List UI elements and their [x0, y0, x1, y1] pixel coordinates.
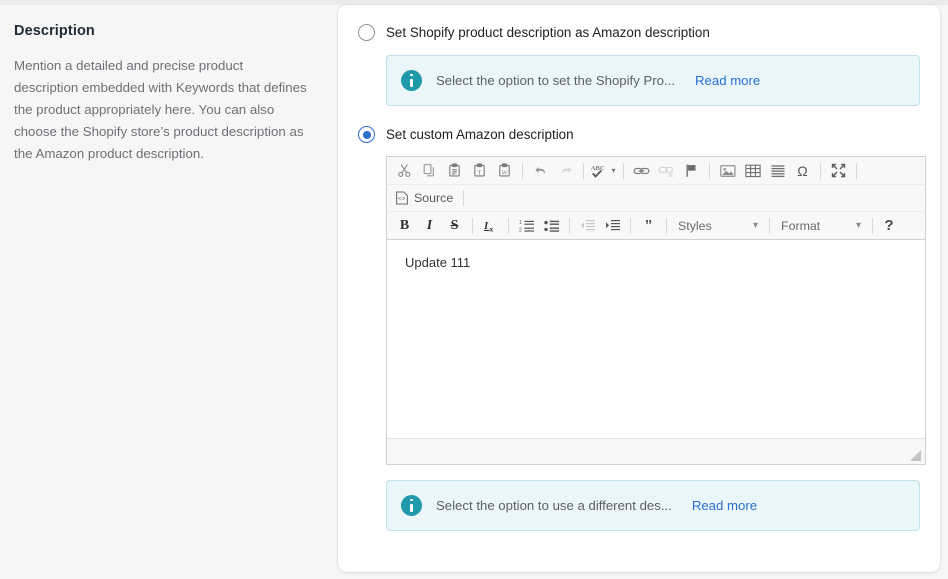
toolbar-separator: [630, 217, 631, 234]
info-banner-custom-description: Select the option to use a different des…: [386, 480, 920, 531]
styles-dropdown[interactable]: Styles ▾: [672, 217, 764, 235]
increase-indent-icon[interactable]: [600, 215, 625, 236]
spell-check-dropdown-caret-icon[interactable]: ▾: [609, 166, 618, 175]
chevron-down-icon: ▾: [752, 220, 758, 231]
cut-icon[interactable]: [392, 160, 417, 181]
description-helper-text: Mention a detailed and precise product d…: [14, 58, 307, 161]
editor-toolbar-row-2: <> Source: [387, 185, 925, 212]
editor-toolbar-row-1: T W ABC ▾ Ω: [387, 157, 925, 185]
info-banner-text-custom: Select the option to use a different des…: [436, 498, 672, 513]
redo-icon[interactable]: [553, 160, 578, 181]
numbered-list-icon[interactable]: 1 2: [514, 215, 539, 236]
editor-footer-bar: [387, 438, 925, 464]
description-info-column: Description Mention a detailed and preci…: [0, 5, 338, 579]
svg-text:x: x: [489, 224, 493, 233]
image-icon[interactable]: [715, 160, 740, 181]
about-editor-button[interactable]: ?: [878, 217, 900, 234]
option-row-custom-description[interactable]: Set custom Amazon description: [358, 125, 920, 144]
description-settings-card: Set Shopify product description as Amazo…: [338, 5, 940, 572]
radio-custom-description[interactable]: [358, 126, 375, 143]
bold-icon[interactable]: B: [392, 215, 417, 236]
toolbar-separator: [472, 217, 473, 234]
format-dropdown[interactable]: Format ▾: [775, 217, 867, 235]
editor-content-area[interactable]: Update 111: [387, 240, 925, 438]
radio-shopify-description[interactable]: [358, 24, 375, 41]
styles-dropdown-label: Styles: [678, 218, 712, 233]
option-row-shopify-description[interactable]: Set Shopify product description as Amazo…: [358, 23, 920, 42]
toolbar-separator: [508, 217, 509, 234]
blockquote-icon[interactable]: ”: [636, 215, 661, 236]
read-more-link-custom[interactable]: Read more: [692, 498, 757, 513]
toolbar-separator: [583, 162, 584, 179]
link-icon[interactable]: [629, 160, 654, 181]
option-label-shopify-description: Set Shopify product description as Amazo…: [386, 25, 710, 40]
strikethrough-icon[interactable]: S: [442, 215, 467, 236]
info-banner-shopify-description: Select the option to set the Shopify Pro…: [386, 55, 920, 106]
svg-text:W: W: [502, 170, 508, 176]
paste-icon[interactable]: [442, 160, 467, 181]
special-character-icon[interactable]: Ω: [790, 160, 815, 181]
chevron-down-icon: ▾: [855, 220, 861, 231]
toolbar-separator: [872, 217, 873, 234]
toolbar-separator: [820, 162, 821, 179]
screen-root: Description Mention a detailed and preci…: [0, 0, 948, 579]
rich-text-editor: T W ABC ▾ Ω <> Source B I S I x 1 2 ” St…: [386, 156, 926, 465]
info-icon: [401, 495, 422, 516]
toolbar-separator: [709, 162, 710, 179]
toolbar-separator: [463, 190, 465, 206]
anchor-flag-icon[interactable]: [679, 160, 704, 181]
unlink-icon[interactable]: [654, 160, 679, 181]
undo-icon[interactable]: [528, 160, 553, 181]
info-icon: [401, 70, 422, 91]
maximize-icon[interactable]: [826, 160, 851, 181]
italic-icon[interactable]: I: [417, 215, 442, 236]
svg-text:T: T: [478, 169, 482, 176]
svg-text:<>: <>: [398, 196, 406, 203]
decrease-indent-icon[interactable]: [575, 215, 600, 236]
editor-resize-handle[interactable]: [910, 450, 921, 461]
paste-from-word-icon[interactable]: W: [492, 160, 517, 181]
svg-text:ABC: ABC: [591, 165, 605, 172]
option-label-custom-description: Set custom Amazon description: [386, 127, 574, 142]
toolbar-separator: [623, 162, 624, 179]
read-more-link-shopify[interactable]: Read more: [695, 73, 760, 88]
table-icon[interactable]: [740, 160, 765, 181]
toolbar-separator: [569, 217, 570, 234]
editor-toolbar-row-3: B I S I x 1 2 ” Styles ▾ Format ▾ ?: [387, 212, 925, 240]
source-button-label: Source: [414, 191, 454, 205]
toolbar-separator: [769, 217, 770, 234]
copy-icon[interactable]: [417, 160, 442, 181]
horizontal-rule-icon[interactable]: [765, 160, 790, 181]
toolbar-separator: [856, 162, 857, 179]
editor-paragraph: Update 111: [405, 255, 471, 270]
toolbar-separator: [666, 217, 667, 234]
spell-check-icon[interactable]: ABC: [589, 160, 609, 181]
remove-format-icon[interactable]: I x: [478, 215, 503, 236]
format-dropdown-label: Format: [781, 218, 821, 233]
bulleted-list-icon[interactable]: [539, 215, 564, 236]
toolbar-separator: [522, 162, 523, 179]
svg-text:2: 2: [519, 227, 522, 233]
source-button[interactable]: <> Source: [392, 189, 458, 207]
svg-text:1: 1: [519, 220, 522, 226]
info-banner-text-shopify: Select the option to set the Shopify Pro…: [436, 73, 675, 88]
page-title: Description: [14, 23, 95, 39]
paste-as-plain-text-icon[interactable]: T: [467, 160, 492, 181]
